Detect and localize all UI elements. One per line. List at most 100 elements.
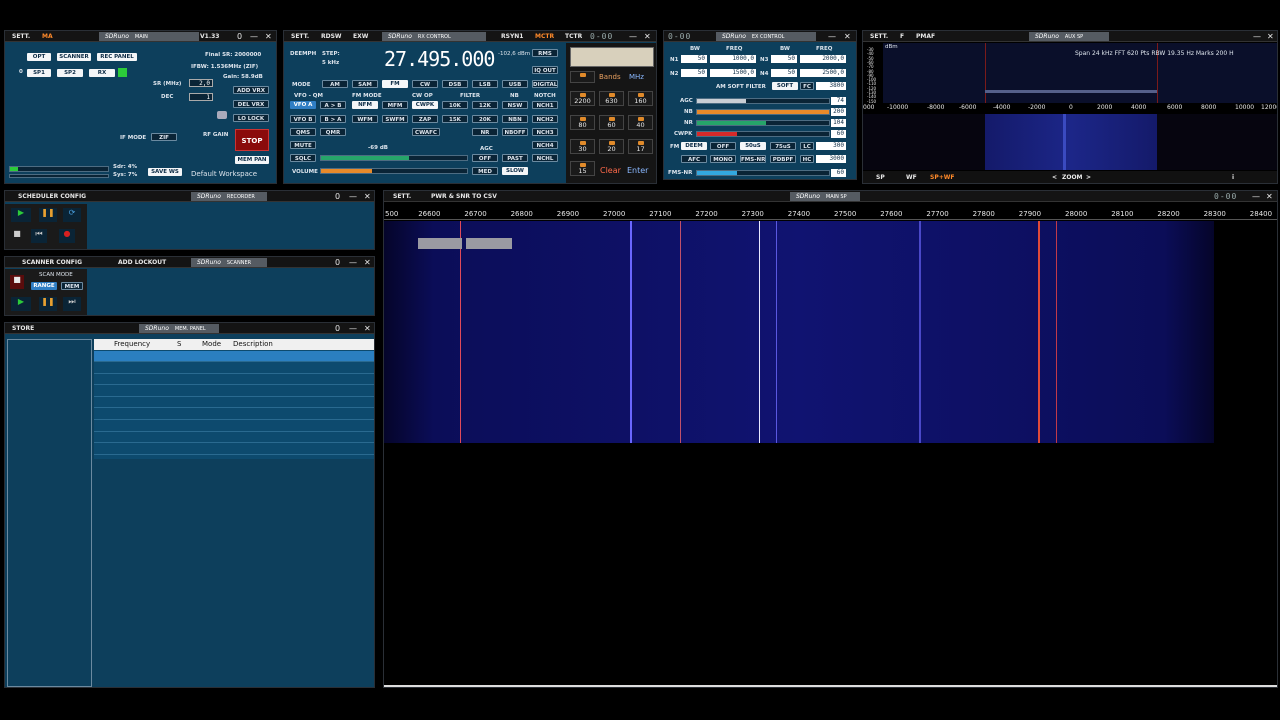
aux-waterfall[interactable]	[863, 114, 1277, 170]
nchl-button[interactable]: NCHL	[532, 154, 558, 162]
mono-button[interactable]: MONO	[710, 155, 736, 163]
column-frequency[interactable]: Frequency	[114, 339, 150, 350]
n2-freq[interactable]: 1500,0	[710, 69, 756, 77]
minimize-icon[interactable]: —	[349, 192, 357, 201]
main-sp-settings-button[interactable]: SETT.	[390, 192, 414, 201]
filter-20k-button[interactable]: 20K	[472, 115, 498, 123]
digital-button[interactable]: DIGITAL	[532, 80, 558, 88]
key-160[interactable]: 160	[628, 91, 653, 106]
a-to-b-button[interactable]: A > B	[320, 101, 346, 109]
soft-button[interactable]: SOFT	[772, 82, 798, 90]
agc-med-button[interactable]: MED	[472, 167, 498, 175]
sp1-button[interactable]: SP1	[27, 69, 51, 77]
column-description[interactable]: Description	[233, 339, 273, 350]
table-row[interactable]	[94, 386, 374, 397]
table-row[interactable]	[94, 421, 374, 432]
minimize-icon[interactable]: —	[1252, 192, 1260, 201]
main-ma-button[interactable]: MA	[39, 32, 56, 41]
scanner-button[interactable]: SCANNER	[57, 53, 91, 61]
table-row[interactable]	[94, 444, 374, 455]
n3-freq[interactable]: 2000,0	[800, 55, 846, 63]
table-row[interactable]	[94, 351, 374, 362]
key-17[interactable]: 17	[628, 139, 653, 154]
stop-icon[interactable]: ■	[9, 229, 25, 243]
zif-button[interactable]: ZIF	[151, 133, 177, 141]
close-icon[interactable]: ✕	[265, 32, 272, 41]
deem-button[interactable]: DEEM	[681, 142, 707, 150]
filter-12k-button[interactable]: 12K	[472, 101, 498, 109]
exw-button[interactable]: EXW	[350, 32, 371, 41]
minimize-icon[interactable]: —	[629, 32, 637, 41]
key-630[interactable]: 630	[599, 91, 624, 106]
scanner-pause-icon[interactable]: ❚❚	[39, 297, 57, 311]
key-40[interactable]: 40	[628, 115, 653, 130]
aux-f-button[interactable]: F	[897, 32, 907, 41]
save-ws-button[interactable]: SAVE WS	[148, 168, 182, 176]
swfm-button[interactable]: SWFM	[382, 115, 408, 123]
zoom-right-button[interactable]: >	[1083, 173, 1094, 182]
main-waterfall[interactable]	[384, 221, 1214, 443]
rec-panel-button[interactable]: REC PANEL	[97, 53, 137, 61]
nch4-button[interactable]: NCH4	[532, 141, 558, 149]
minimize-icon[interactable]: —	[349, 258, 357, 267]
cwafc-button[interactable]: CWAFC	[412, 128, 440, 136]
n3-bw[interactable]: 50	[771, 55, 797, 63]
pdbpf-button[interactable]: PDBPF	[770, 155, 796, 163]
key-30[interactable]: 30	[570, 139, 595, 154]
sp2-button[interactable]: SP2	[57, 69, 83, 77]
mem-list-sidebar[interactable]	[7, 339, 92, 687]
restore-icon[interactable]: 0	[335, 324, 340, 333]
mute-button[interactable]: MUTE	[290, 141, 316, 149]
minimize-icon[interactable]: —	[1253, 32, 1261, 41]
scheduler-config-button[interactable]: SCHEDULER CONFIG	[15, 192, 89, 201]
aux-settings-button[interactable]: SETT.	[867, 32, 891, 41]
scanner-skip-icon[interactable]: ⏭	[63, 297, 81, 311]
rx-settings-button[interactable]: SETT.	[288, 32, 312, 41]
nr-slider[interactable]	[696, 120, 830, 126]
main-settings-button[interactable]: SETT.	[9, 32, 33, 41]
deem-75us-button[interactable]: 75uS	[770, 142, 796, 150]
agc-off-button[interactable]: OFF	[472, 154, 498, 162]
filter-10k-button[interactable]: 10K	[442, 101, 468, 109]
close-icon[interactable]: ✕	[644, 32, 651, 41]
scanner-stop-icon[interactable]: ■	[10, 275, 24, 289]
squelch-slider[interactable]	[320, 155, 468, 161]
close-icon[interactable]: ✕	[364, 324, 371, 333]
mem-button[interactable]: MEM	[61, 282, 83, 290]
del-vrx-button[interactable]: DEL VRX	[233, 100, 269, 108]
band-down-button[interactable]	[570, 71, 595, 83]
mem-table[interactable]: Frequency S Mode Description	[94, 339, 374, 459]
mode-fm[interactable]: FM	[382, 80, 408, 88]
close-icon[interactable]: ✕	[364, 258, 371, 267]
loop-icon[interactable]: ⟳	[63, 208, 81, 222]
hc-button[interactable]: HC	[800, 155, 814, 163]
past-button[interactable]: PAST	[502, 154, 528, 162]
stop-button[interactable]: STOP	[235, 129, 269, 151]
nboff-button[interactable]: NBOFF	[502, 128, 528, 136]
table-row[interactable]	[94, 363, 374, 374]
record-icon[interactable]: ●	[59, 229, 75, 243]
iq-out-button[interactable]: IQ OUT	[532, 66, 558, 74]
pmaf-button[interactable]: PMAF	[913, 32, 938, 41]
wfm-button[interactable]: WFM	[352, 115, 378, 123]
enter-button[interactable]: Enter	[627, 166, 648, 175]
key-80[interactable]: 80	[570, 115, 595, 130]
mctr-button[interactable]: MCTR	[532, 32, 557, 41]
n2-bw[interactable]: 50	[681, 69, 707, 77]
rdsw-button[interactable]: RDSW	[318, 32, 345, 41]
sr-input[interactable]: 2,0	[189, 79, 213, 87]
key-60[interactable]: 60	[599, 115, 624, 130]
fc-value[interactable]: 3800	[816, 82, 846, 90]
column-mode[interactable]: Mode	[202, 339, 221, 350]
nr-button[interactable]: NR	[472, 128, 498, 136]
b-to-a-button[interactable]: B > A	[320, 115, 346, 123]
rx-button[interactable]: RX	[89, 69, 115, 77]
filter-15k-button[interactable]: 15K	[442, 115, 468, 123]
slow-button[interactable]: SLOW	[502, 167, 528, 175]
restore-icon[interactable]: 0	[237, 32, 242, 41]
mode-dsb[interactable]: DSB	[442, 80, 468, 88]
qmr-button[interactable]: QMR	[320, 128, 346, 136]
opt-button[interactable]: OPT	[27, 53, 51, 61]
fms-nr-button[interactable]: FMS-NR	[740, 155, 766, 163]
add-vrx-button[interactable]: ADD VRX	[233, 86, 269, 94]
